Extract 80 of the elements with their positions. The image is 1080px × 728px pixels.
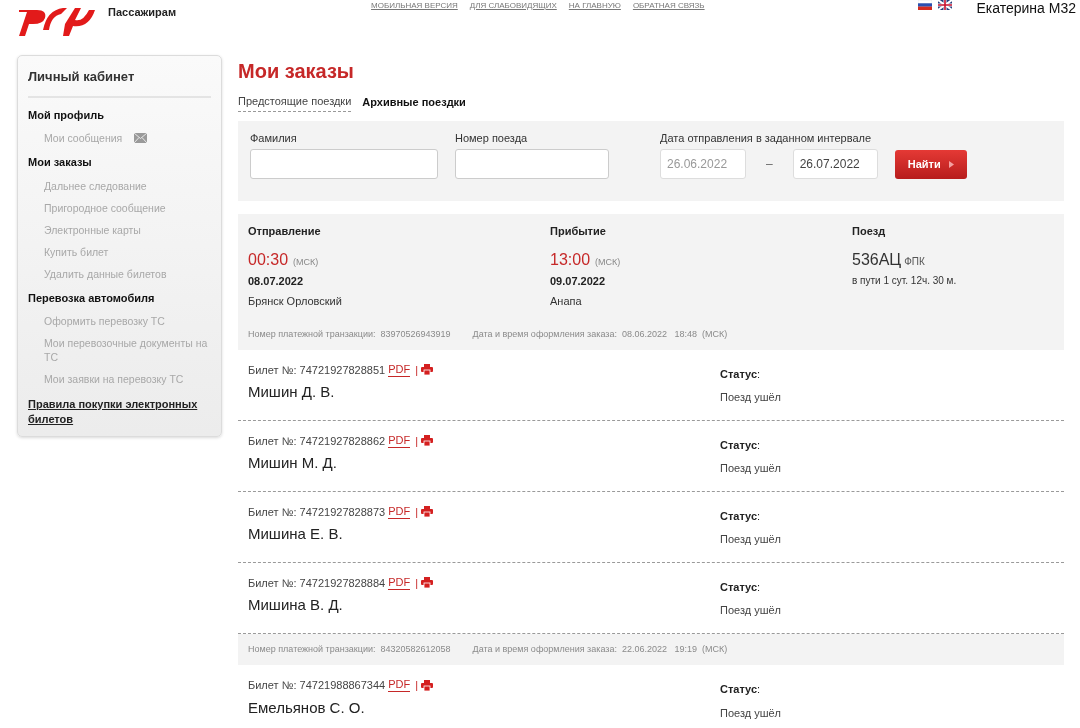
travel-duration: в пути 1 сут. 12ч. 30 м. — [852, 274, 957, 288]
pdf-link[interactable]: PDF — [388, 362, 411, 377]
printer-icon[interactable] — [421, 435, 434, 447]
top-nav-link[interactable]: ОБРАТНАЯ СВЯЗЬ — [632, 0, 705, 12]
pdf-link[interactable]: PDF — [388, 575, 411, 590]
russian-flag-icon[interactable] — [918, 0, 933, 10]
timezone-label: (МСК) — [293, 256, 319, 269]
tab[interactable]: Предстоящие поездки — [238, 93, 352, 112]
sidebar-heading[interactable]: Перевозка автомобиля — [28, 289, 211, 306]
status-value: Поезд ушёл — [720, 705, 782, 721]
status-value: Поезд ушёл — [720, 461, 782, 476]
top-nav-link[interactable]: НА ГЛАВНУЮ — [568, 0, 621, 12]
station-name: Брянск Орловский — [248, 293, 343, 309]
search-button[interactable]: Найти — [894, 149, 967, 179]
ticket-number: Билет №: 74721988867344 — [248, 678, 386, 693]
passenger-name: Мишин М. Д. — [248, 453, 338, 473]
rules-link[interactable]: Правила покупки электронных билетов — [28, 397, 211, 427]
pdf-link[interactable]: PDF — [388, 678, 411, 693]
transaction-number: Номер платежной транзакции: 83970526943919 — [248, 328, 451, 341]
status-value: Поезд ушёл — [720, 390, 782, 405]
transaction-number: Номер платежной транзакции: 84320582612058 — [248, 642, 451, 656]
time-value: 13:00 — [550, 250, 591, 270]
train-number-field[interactable] — [455, 149, 609, 179]
passenger-name: Мишина Е. В. — [248, 524, 344, 544]
passenger-name: Мишина В. Д. — [248, 595, 344, 615]
date-value: 08.07.2022 — [248, 274, 305, 289]
carrier-label: ФПК — [904, 255, 925, 269]
uk-flag-icon[interactable] — [938, 0, 953, 10]
caret-icon — [948, 160, 954, 168]
status-value: Поезд ушёл — [720, 532, 782, 547]
ticket-number: Билет №: 74721927828873 — [248, 504, 386, 520]
top-nav-link[interactable]: ДЛЯ СЛАБОВИДЯЩИХ — [469, 0, 557, 12]
ticket-number: Билет №: 74721927828884 — [248, 575, 386, 591]
range-dash: – — [766, 156, 773, 173]
surname-field[interactable] — [250, 149, 438, 179]
printer-icon[interactable] — [421, 364, 434, 376]
envelope-icon[interactable] — [134, 133, 148, 143]
user-name[interactable]: Екатерина М32 — [976, 0, 1076, 19]
printer-icon[interactable] — [421, 679, 434, 691]
field-label: Фамилия — [250, 130, 298, 146]
ticket-number: Билет №: 74721927828862 — [248, 433, 386, 449]
field-label: Номер поезда — [455, 130, 529, 146]
printer-icon[interactable] — [421, 577, 434, 589]
field-label: Дата отправления в заданном интервале — [660, 130, 873, 146]
page-title: Мои заказы — [238, 59, 355, 84]
status-value: Поезд ушёл — [720, 603, 782, 618]
order-date: Дата и время оформления заказа: 22.06.2022 19:19 (МСК) — [472, 642, 728, 656]
ticket-number: Билет №: 74721927828851 — [248, 362, 386, 378]
separator-text: | — [415, 433, 419, 449]
station-name: Анапа — [550, 293, 583, 309]
train-number: 536АЦ — [852, 250, 902, 270]
order-date: Дата и время оформления заказа: 08.06.2022 18:48 (МСК) — [472, 328, 728, 341]
pdf-link[interactable]: PDF — [388, 433, 411, 448]
pdf-link[interactable]: PDF — [388, 504, 411, 519]
status-label: Статус: — [720, 366, 762, 382]
printer-icon[interactable] — [421, 506, 434, 518]
tab[interactable]: Архивные поездки — [362, 93, 466, 112]
separator-text: | — [415, 575, 419, 591]
status-label: Статус: — [720, 508, 762, 524]
separator-text: | — [415, 678, 419, 693]
date-from-field[interactable]: 26.06.2022 — [660, 149, 746, 179]
sidebar-heading[interactable]: Мой профиль — [28, 106, 211, 123]
date-to-field[interactable]: 26.07.2022 — [792, 149, 878, 179]
timezone-label: (МСК) — [595, 256, 621, 269]
sidebar-title: Личный кабинет — [28, 67, 211, 98]
sidebar-heading[interactable]: Мои заказы — [28, 154, 211, 171]
date-value: 09.07.2022 — [550, 274, 607, 289]
column-heading: Прибытие — [550, 223, 607, 239]
passenger-name: Емельянов С. О. — [248, 697, 366, 718]
status-label: Статус: — [720, 579, 762, 595]
time-value: 00:30 — [248, 250, 289, 270]
separator-text: | — [415, 504, 419, 520]
status-label: Статус: — [720, 682, 762, 697]
top-nav-link[interactable]: МОБИЛЬНАЯ ВЕРСИЯ — [371, 0, 458, 12]
section-title[interactable]: Пассажирам — [108, 4, 177, 21]
status-label: Статус: — [720, 437, 762, 453]
separator-text: | — [415, 362, 419, 378]
passenger-name: Мишин Д. В. — [248, 382, 336, 402]
column-heading: Поезд — [852, 223, 887, 239]
column-heading: Отправление — [248, 223, 322, 239]
